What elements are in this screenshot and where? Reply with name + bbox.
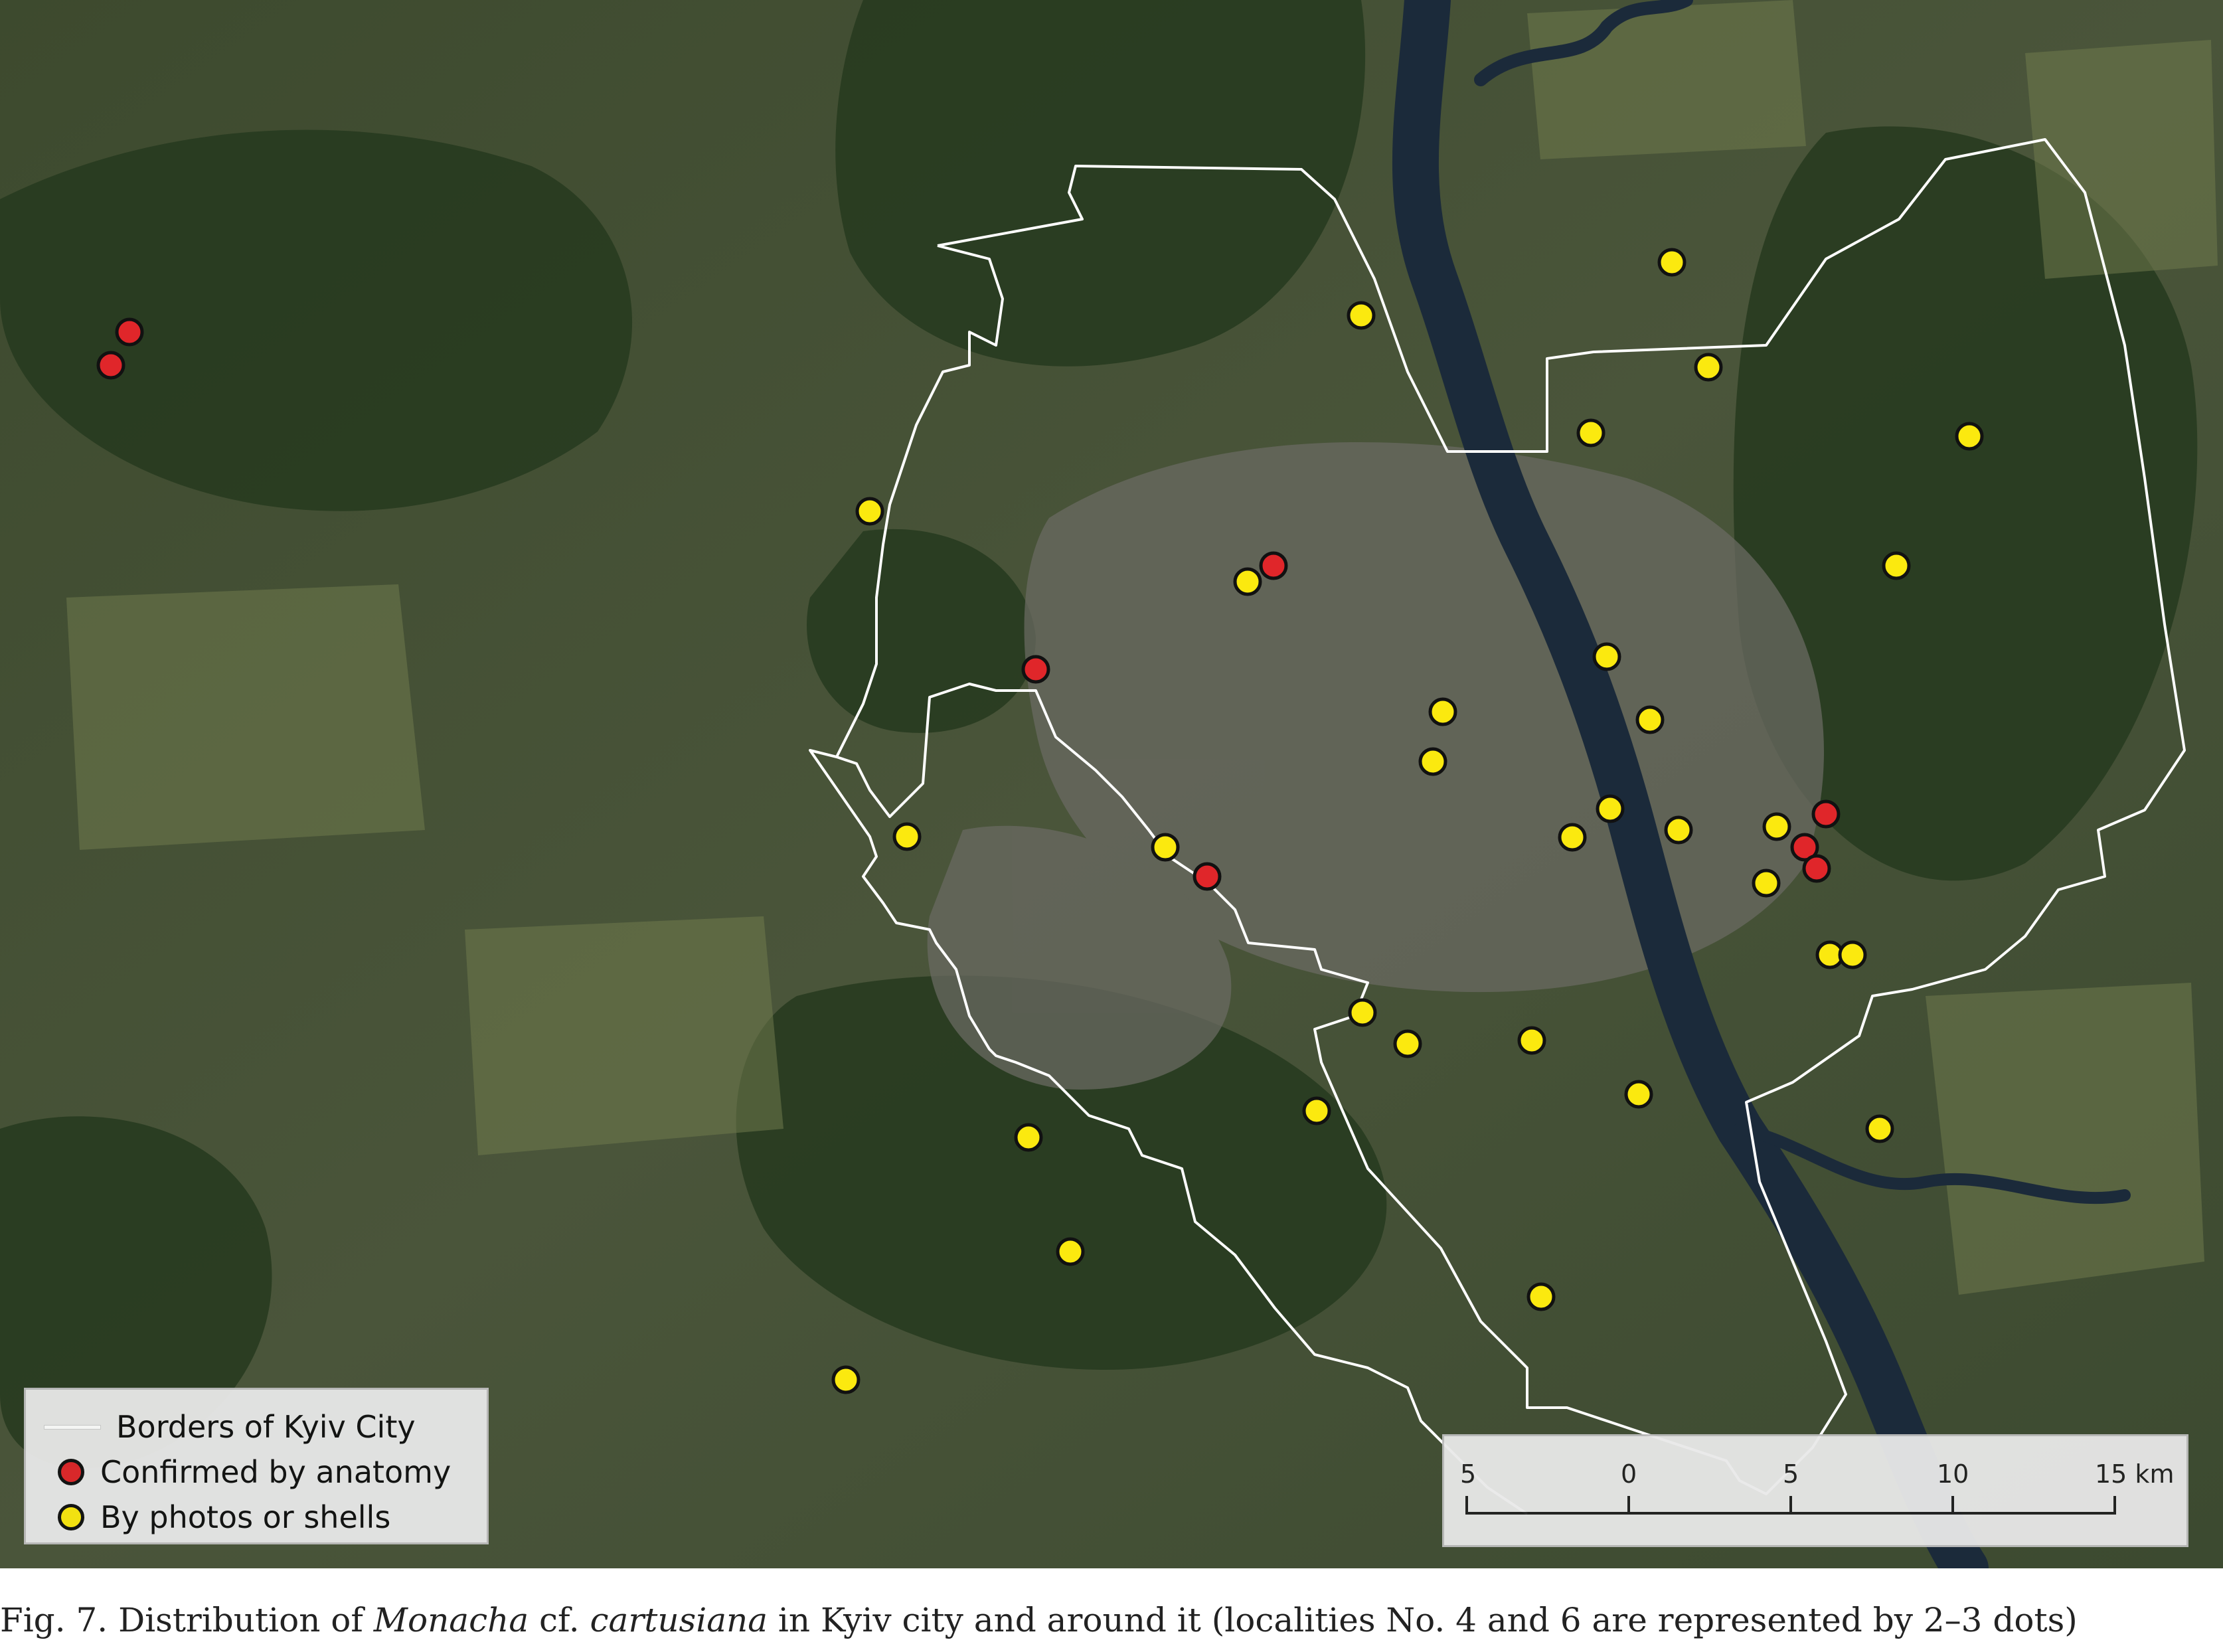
caption-prefix: Fig. 7. Distribution of [0, 1601, 374, 1639]
anatomy-locality-dot [96, 351, 125, 380]
border-line-swatch [44, 1425, 100, 1429]
legend-row-border: Borders of Kyiv City [44, 1407, 416, 1447]
photo-locality-dot [855, 497, 884, 526]
photo-locality-dot [1624, 1080, 1653, 1109]
photo-locality-dot [1233, 567, 1262, 596]
scale-label-2: 5 [1783, 1459, 1799, 1489]
caption-mid: cf. [529, 1601, 590, 1639]
photo-locality-dot [1348, 998, 1377, 1027]
caption-suffix: in Kyiv city and around it (localities N… [768, 1601, 2078, 1639]
photo-locality-dot [1865, 1114, 1894, 1143]
photo-locality-dot [1955, 422, 1984, 451]
caption-genus: Monacha [373, 1601, 529, 1639]
red-dot-swatch [58, 1459, 84, 1485]
photo-locality-dot [1418, 747, 1447, 776]
photo-locality-dot [1151, 833, 1180, 862]
photo-locality-dot [1635, 705, 1665, 734]
scale-label-4: 15 km [2095, 1459, 2174, 1489]
photo-locality-dot [1752, 868, 1781, 898]
legend-photo-label: By photos or shells [100, 1499, 391, 1535]
photo-locality-dot [1664, 815, 1693, 845]
satellite-map [0, 0, 2223, 1568]
photo-locality-dot [1592, 642, 1621, 671]
scale-bar: 5 0 5 10 15 km [1442, 1434, 2188, 1547]
caption-species: cartusiana [590, 1601, 768, 1639]
photo-locality-dot [1762, 812, 1791, 841]
legend-row-anatomy: Confirmed by anatomy [44, 1452, 451, 1492]
photo-locality-dot [831, 1365, 861, 1394]
photo-locality-dot [1694, 353, 1723, 382]
photo-locality-dot [1882, 551, 1911, 580]
yellow-dot-swatch [58, 1504, 84, 1530]
anatomy-locality-dot [115, 317, 144, 347]
anatomy-locality-dot [1802, 854, 1831, 883]
photo-locality-dot [1838, 940, 1867, 969]
legend-border-label: Borders of Kyiv City [116, 1409, 416, 1445]
photo-locality-dot [1014, 1123, 1043, 1152]
photo-locality-dot [1596, 794, 1625, 823]
photo-locality-dot [1657, 248, 1687, 277]
anatomy-locality-dot [1193, 862, 1222, 891]
photo-locality-dot [1517, 1026, 1546, 1055]
figure-caption: Fig. 7. Distribution of Monacha cf. cart… [0, 1594, 2223, 1647]
anatomy-locality-dot [1021, 655, 1050, 684]
anatomy-locality-dot [1811, 799, 1841, 829]
photo-locality-dot [1558, 823, 1587, 852]
scale-label-3: 10 [1937, 1459, 1969, 1489]
photo-locality-dot [1576, 418, 1606, 448]
map-legend: Borders of Kyiv City Confirmed by anatom… [24, 1388, 489, 1544]
photo-locality-dot [892, 822, 922, 851]
scale-label-1: 0 [1621, 1459, 1637, 1489]
photo-locality-dot [1056, 1237, 1085, 1266]
legend-row-photos: By photos or shells [44, 1497, 390, 1537]
anatomy-locality-dot [1259, 551, 1288, 580]
photo-locality-dot [1302, 1096, 1331, 1125]
photo-locality-dot [1428, 697, 1457, 726]
photo-locality-dot [1347, 301, 1376, 330]
photo-locality-dot [1526, 1282, 1556, 1311]
legend-anatomy-label: Confirmed by anatomy [100, 1454, 452, 1490]
photo-locality-dot [1393, 1029, 1422, 1058]
scale-label-0: 5 [1460, 1459, 1476, 1489]
scale-bar-graphic: 5 0 5 10 15 km [1460, 1459, 2174, 1515]
